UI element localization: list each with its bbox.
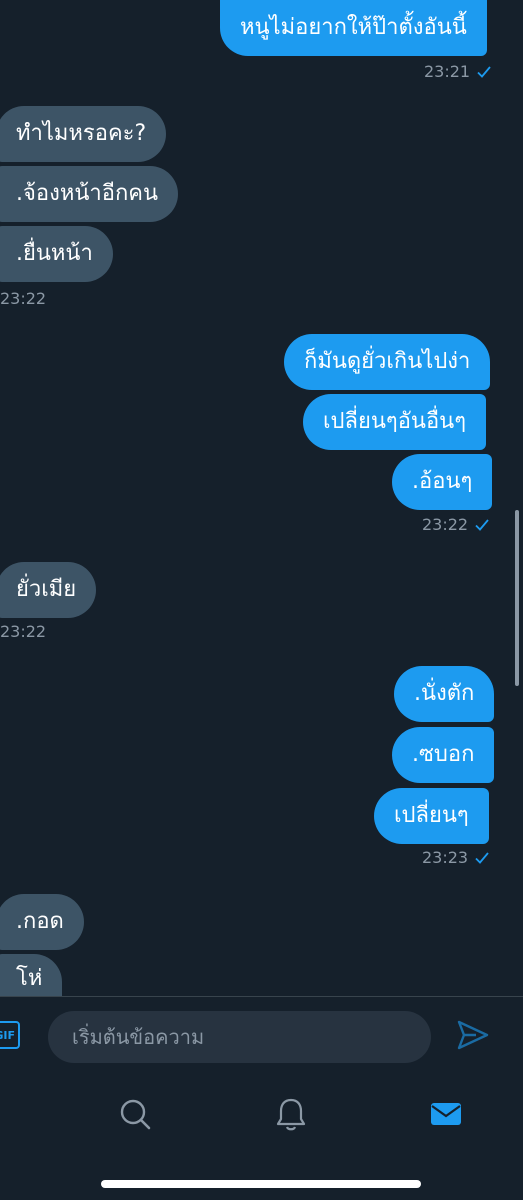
message-timestamp: 23:22 (0, 289, 46, 308)
sent-message[interactable]: ก็มันดูยั่วเกินไปง่า (284, 334, 491, 390)
message-text: เปลี่ยนๆ (394, 803, 469, 828)
message-text: .ยื่นหน้า (16, 241, 93, 266)
gif-button[interactable]: GIF (0, 1021, 20, 1049)
timestamp-text: 23:22 (422, 515, 469, 534)
received-message[interactable]: ยั่วเมีย (0, 562, 97, 618)
bell-icon[interactable] (273, 1096, 309, 1132)
message-composer: GIF (0, 996, 523, 1076)
search-icon[interactable] (117, 1096, 153, 1132)
sent-message[interactable]: .ซบอก (392, 727, 495, 783)
sent-message[interactable]: เปลี่ยนๆอันอื่นๆ (303, 394, 487, 450)
message-text: หนูไม่อยากให้ป๊าตั้งอันนี้ (240, 15, 467, 40)
gif-label: GIF (0, 1028, 15, 1042)
send-icon[interactable] (456, 1019, 490, 1051)
message-text: โห่ (16, 966, 43, 991)
received-message[interactable]: .กอด (0, 894, 84, 950)
message-text: ทำไมหรอคะ? (16, 121, 147, 146)
message-text: ยั่วเมีย (16, 577, 77, 602)
received-message[interactable]: โห่ (0, 954, 63, 996)
sent-message[interactable]: .นั่งตัก (394, 666, 495, 722)
message-timestamp: 23:22 (422, 515, 490, 534)
message-text: .ซบอก (412, 742, 475, 767)
timestamp-text: 23:22 (0, 622, 47, 641)
message-timestamp: 23:22 (0, 622, 46, 641)
message-text: .จ้องหน้าอีกคน (16, 181, 159, 206)
read-check-icon (475, 518, 489, 531)
message-text: .นั่งตัก (414, 681, 475, 706)
message-text: .อ้อนๆ (412, 469, 473, 494)
timestamp-text: 23:23 (422, 848, 469, 867)
message-timestamp: 23:21 (424, 62, 492, 81)
message-input[interactable] (48, 1011, 431, 1063)
home-indicator[interactable] (101, 1180, 421, 1188)
sent-message[interactable]: หนูไม่อยากให้ป๊าตั้งอันนี้ (220, 0, 487, 56)
read-check-icon (475, 851, 489, 864)
message-timestamp: 23:23 (422, 848, 490, 867)
scrollbar[interactable] (515, 510, 519, 686)
received-message[interactable]: ทำไมหรอคะ? (0, 106, 167, 162)
read-check-icon (477, 65, 491, 78)
sent-message[interactable]: เปลี่ยนๆ (374, 788, 489, 844)
message-text: เปลี่ยนๆอันอื่นๆ (323, 409, 467, 434)
message-text: .กอด (16, 909, 64, 934)
timestamp-text: 23:21 (424, 62, 471, 81)
sent-message[interactable]: .อ้อนๆ (392, 454, 493, 510)
received-message[interactable]: .ยื่นหน้า (0, 226, 113, 282)
timestamp-text: 23:22 (0, 289, 47, 308)
received-message[interactable]: .จ้องหน้าอีกคน (0, 166, 179, 222)
message-text: ก็มันดูยั่วเกินไปง่า (304, 349, 471, 374)
mail-icon[interactable] (428, 1096, 464, 1132)
